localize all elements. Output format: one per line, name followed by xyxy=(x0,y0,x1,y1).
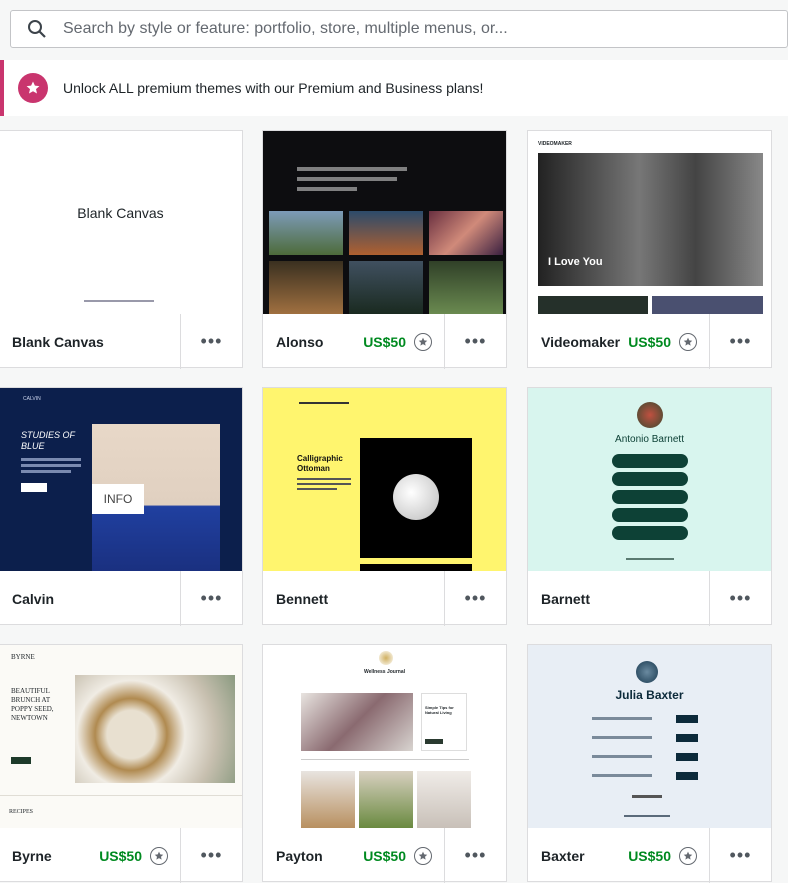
theme-name: Byrne xyxy=(12,847,52,864)
avatar xyxy=(636,661,658,683)
theme-card-alonso[interactable]: Alonso US$50 ••• xyxy=(262,130,507,369)
premium-star-icon xyxy=(414,332,432,351)
thumb-footer-line xyxy=(84,300,154,302)
thumb-heading: Antonio Barnett xyxy=(615,434,684,445)
premium-star-icon xyxy=(679,846,697,865)
thumb-brand: BYRNE xyxy=(11,653,35,661)
more-options-button[interactable]: ••• xyxy=(180,571,242,626)
theme-price: US$50 xyxy=(363,333,406,350)
more-options-button[interactable]: ••• xyxy=(180,314,242,369)
search-input[interactable] xyxy=(63,20,743,38)
theme-name: Videomaker xyxy=(541,333,621,350)
thumb-info-label: INFO xyxy=(92,484,144,514)
upgrade-banner[interactable]: Unlock ALL premium themes with our Premi… xyxy=(0,60,788,116)
theme-price: US$50 xyxy=(99,847,142,864)
theme-name: Blank Canvas xyxy=(12,333,104,350)
more-options-button[interactable]: ••• xyxy=(709,314,771,369)
theme-name: Alonso xyxy=(276,333,324,350)
theme-thumbnail[interactable]: BYRNE BEAUTIFUL BRUNCH AT POPPY SEED, NE… xyxy=(0,645,242,828)
more-options-button[interactable]: ••• xyxy=(180,828,242,883)
premium-star-icon xyxy=(150,846,168,865)
more-options-button[interactable]: ••• xyxy=(709,828,771,883)
thumb-brand: CALVIN xyxy=(23,396,41,402)
theme-thumbnail[interactable] xyxy=(263,131,506,314)
theme-card-blank-canvas[interactable]: Blank Canvas Blank Canvas ••• xyxy=(0,130,243,369)
thumb-heading: Julia Baxter xyxy=(615,688,684,702)
thumb-heading: Simple Tips for Natural Living xyxy=(425,705,454,715)
thumb-section: RECIPES xyxy=(9,809,34,815)
thumb-heading: BEAUTIFUL BRUNCH AT POPPY SEED, NEWTOWN xyxy=(11,687,54,722)
theme-price: US$50 xyxy=(363,847,406,864)
thumb-heading: STUDIES OF BLUE xyxy=(21,430,75,451)
theme-thumbnail[interactable]: Julia Baxter xyxy=(528,645,771,828)
avatar xyxy=(637,402,663,428)
banner-text: Unlock ALL premium themes with our Premi… xyxy=(63,80,484,96)
theme-name: Bennett xyxy=(276,590,329,607)
theme-thumbnail[interactable]: CALVIN STUDIES OF BLUE INFO xyxy=(0,388,242,571)
theme-card-payton[interactable]: Wellness Journal Simple Tips for Natural… xyxy=(262,644,507,883)
thumb-heading: Calligraphic Ottoman xyxy=(297,454,343,473)
theme-card-baxter[interactable]: Julia Baxter Baxter US$50 ••• xyxy=(527,644,772,883)
thumb-brand: Wellness Journal xyxy=(363,669,406,675)
theme-name: Baxter xyxy=(541,847,585,864)
theme-thumbnail[interactable]: Antonio Barnett xyxy=(528,388,771,571)
theme-name: Payton xyxy=(276,847,323,864)
theme-card-bennett[interactable]: Calligraphic Ottoman Bennett ••• xyxy=(262,387,507,626)
theme-thumbnail[interactable]: Blank Canvas xyxy=(0,131,242,314)
theme-name: Barnett xyxy=(541,590,591,607)
search-icon xyxy=(28,20,46,38)
theme-card-barnett[interactable]: Antonio Barnett Barnett ••• xyxy=(527,387,772,626)
theme-card-videomaker[interactable]: VIDEOMAKER I Love You Videomaker US$50 •… xyxy=(527,130,772,369)
theme-thumbnail[interactable]: Calligraphic Ottoman xyxy=(263,388,506,571)
search-bar[interactable] xyxy=(10,10,788,48)
theme-thumbnail[interactable]: Wellness Journal Simple Tips for Natural… xyxy=(263,645,506,828)
thumb-brand: VIDEOMAKER xyxy=(538,141,572,147)
theme-card-calvin[interactable]: CALVIN STUDIES OF BLUE INFO Calvin ••• xyxy=(0,387,243,626)
theme-card-byrne[interactable]: BYRNE BEAUTIFUL BRUNCH AT POPPY SEED, NE… xyxy=(0,644,243,883)
more-options-button[interactable]: ••• xyxy=(444,828,506,883)
theme-name: Calvin xyxy=(12,590,55,607)
premium-star-icon xyxy=(414,846,432,865)
more-options-button[interactable]: ••• xyxy=(444,571,506,626)
more-options-button[interactable]: ••• xyxy=(444,314,506,369)
thumb-overlay-text: I Love You xyxy=(548,256,603,268)
premium-star-icon xyxy=(679,332,697,351)
theme-thumbnail[interactable]: VIDEOMAKER I Love You xyxy=(528,131,771,314)
more-options-button[interactable]: ••• xyxy=(709,571,771,626)
theme-price: US$50 xyxy=(628,333,671,350)
thumb-title: Blank Canvas xyxy=(77,205,164,221)
theme-price: US$50 xyxy=(628,847,671,864)
star-badge-icon xyxy=(18,73,48,103)
